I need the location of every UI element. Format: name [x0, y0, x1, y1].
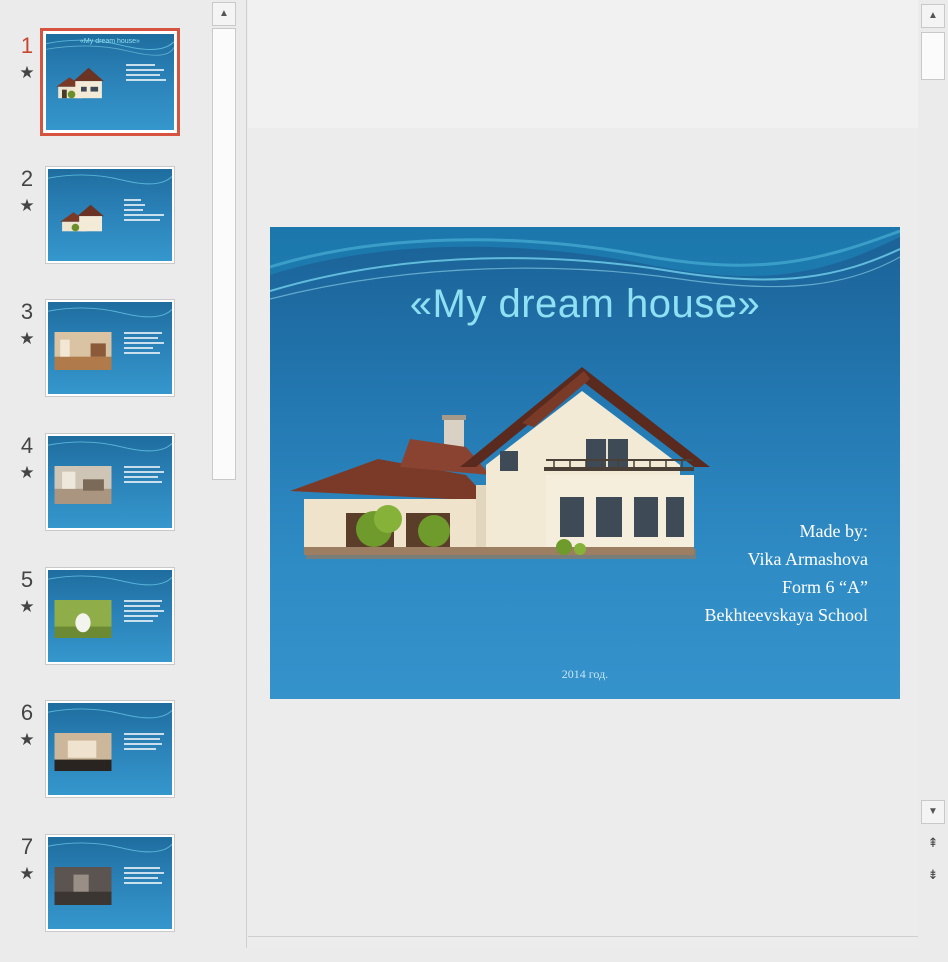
star-icon: ★: [19, 463, 35, 482]
slide-editor: «My dream house» Made by: Vika Armashova…: [248, 0, 918, 948]
thumbnail-room-image: [54, 466, 112, 504]
slide-number: 2: [20, 166, 34, 191]
thumbnail-house-image: [60, 204, 104, 232]
star-icon: ★: [19, 196, 35, 215]
star-icon: ★: [19, 597, 35, 616]
author-line: Vika Armashova: [747, 549, 868, 569]
thumbnail-room-image: [54, 332, 112, 370]
thumbnail-preview: [48, 302, 172, 394]
star-icon: ★: [19, 63, 35, 82]
thumbnail-text-lines: [124, 733, 166, 753]
scroll-down-icon[interactable]: ▼: [921, 800, 945, 824]
thumbnail-frame[interactable]: [45, 567, 175, 665]
pane-divider: [246, 0, 247, 948]
thumbnail-room-image: [54, 867, 112, 905]
scroll-up-icon[interactable]: ▲: [921, 4, 945, 28]
current-slide[interactable]: «My dream house» Made by: Vika Armashova…: [270, 227, 900, 699]
slide-thumbnail-pane: 1 ★ «My dream house» 2 ★ 3 ★ 4 ★ 5 ★ 6 ★…: [0, 0, 212, 948]
thumbnail-preview: [48, 837, 172, 929]
author-block[interactable]: Made by: Vika Armashova Form 6 “A” Bekht…: [705, 517, 868, 629]
thumbnail-title: «My dream house»: [80, 38, 140, 45]
star-icon: ★: [19, 730, 35, 749]
slide-thumbnail-5[interactable]: 5 ★: [0, 567, 212, 695]
editor-bottom-border: [248, 936, 918, 937]
thumbnail-frame[interactable]: [45, 433, 175, 531]
slide-number: 4: [20, 433, 34, 458]
thumbnail-preview: [48, 436, 172, 528]
star-icon: ★: [19, 329, 35, 348]
slide-thumbnail-2[interactable]: 2 ★: [0, 166, 212, 294]
editor-scroll-thumb[interactable]: [921, 32, 945, 80]
thumbnail-room-image: [54, 733, 112, 771]
thumbnail-frame[interactable]: [45, 166, 175, 264]
slide-thumbnail-6[interactable]: 6 ★: [0, 700, 212, 828]
thumbnail-frame[interactable]: [45, 834, 175, 932]
star-icon: ★: [19, 864, 35, 883]
slide-thumbnail-1[interactable]: 1 ★ «My dream house»: [0, 28, 212, 161]
house-image[interactable]: [290, 363, 720, 568]
thumbnail-room-image: [54, 600, 112, 638]
slide-thumbnail-7[interactable]: 7 ★: [0, 834, 212, 962]
slide-number: 1: [20, 33, 34, 58]
thumbnail-preview: [48, 169, 172, 261]
thumbnail-text-lines: [124, 332, 166, 357]
next-slide-icon[interactable]: ⇟: [922, 864, 944, 886]
thumbnail-text-lines: [124, 466, 166, 486]
thumbnail-text-lines: [126, 64, 168, 84]
thumbnail-preview: [48, 703, 172, 795]
slide-thumbnail-3[interactable]: 3 ★: [0, 299, 212, 427]
editor-scrollbar[interactable]: ▲ ▼ ⇞ ⇟: [918, 0, 948, 948]
thumbnail-text-lines: [124, 867, 166, 887]
slide-number: 7: [20, 834, 34, 859]
slide-number: 5: [20, 567, 34, 592]
slide-number: 3: [20, 299, 34, 324]
thumbnail-frame[interactable]: [45, 700, 175, 798]
thumbnail-frame[interactable]: [45, 299, 175, 397]
scroll-up-icon[interactable]: ▲: [212, 2, 236, 26]
slide-number: 6: [20, 700, 34, 725]
thumbnail-preview: [48, 570, 172, 662]
thumbnail-frame[interactable]: «My dream house»: [40, 28, 180, 136]
previous-slide-icon[interactable]: ⇞: [922, 832, 944, 854]
slide-footer-year[interactable]: 2014 год.: [270, 667, 900, 682]
author-line: Bekhteevskaya School: [704, 605, 868, 625]
thumbnail-text-lines: [124, 199, 166, 224]
thumbnail-text-lines: [124, 600, 166, 625]
thumbnail-preview: «My dream house»: [46, 34, 174, 130]
author-line: Form 6 “A”: [782, 577, 868, 597]
thumbnail-house-image: [56, 67, 104, 99]
slide-thumbnail-4[interactable]: 4 ★: [0, 433, 212, 561]
thumbnail-scrollbar[interactable]: ▲: [212, 0, 238, 948]
slide-title[interactable]: «My dream house»: [270, 282, 900, 327]
editor-top-band: [248, 0, 918, 128]
thumbnail-scroll-thumb[interactable]: [212, 28, 236, 480]
author-line: Made by:: [799, 521, 868, 541]
